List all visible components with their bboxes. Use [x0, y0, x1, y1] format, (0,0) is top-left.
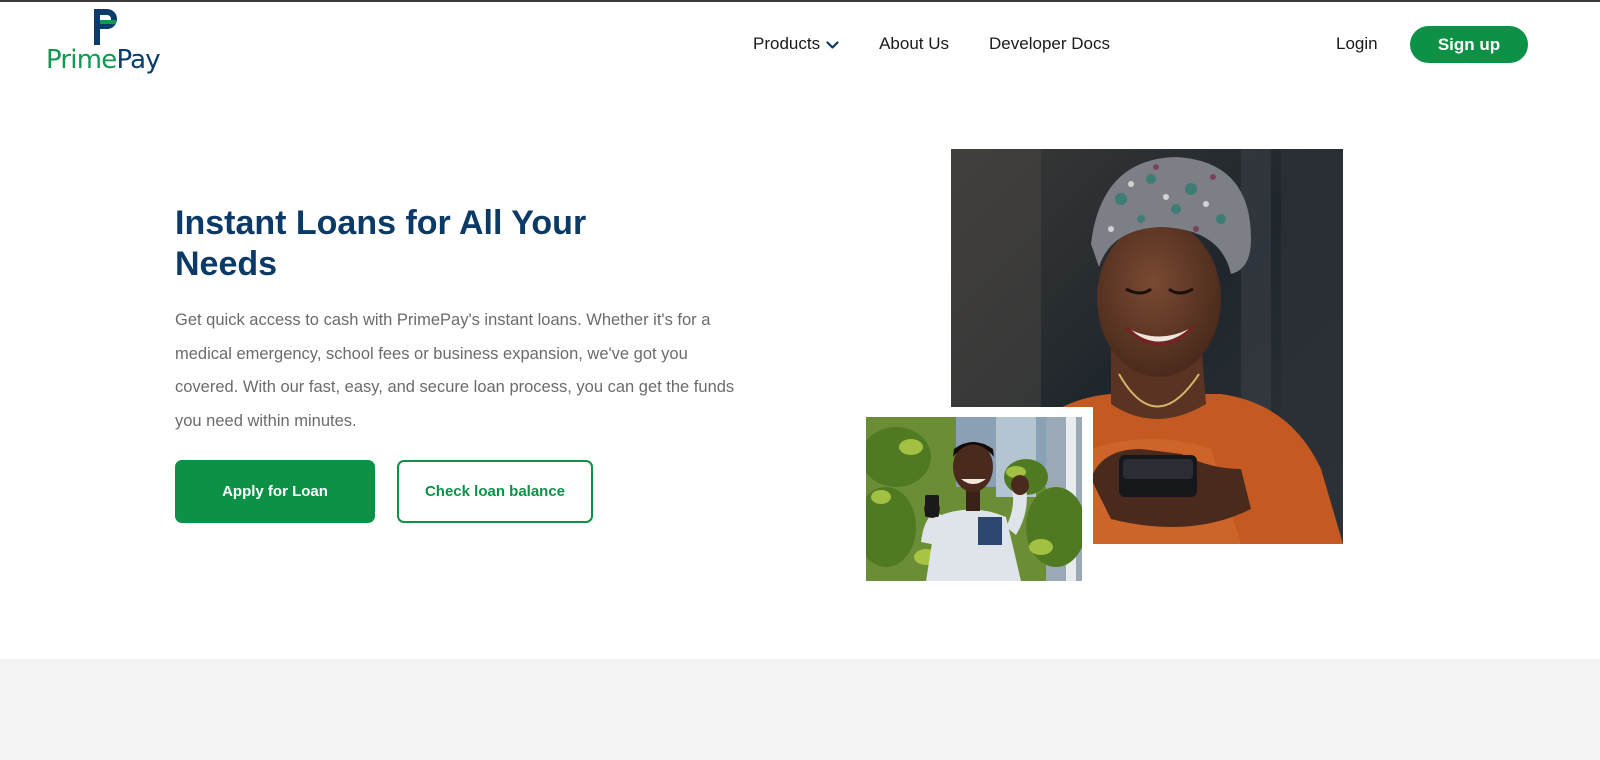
login-link[interactable]: Login	[1336, 34, 1378, 54]
nav-about-us[interactable]: About Us	[879, 34, 949, 54]
nav-products-label: Products	[753, 34, 821, 53]
main-nav: Products About Us Developer Docs	[753, 34, 1110, 54]
hero-photo-man	[866, 417, 1082, 581]
primepay-logo[interactable]: PrimePay	[44, 7, 174, 81]
man-photo-illustration	[866, 417, 1082, 581]
logo-word-pay: Pay	[116, 45, 160, 75]
nav-products[interactable]: Products	[753, 34, 839, 54]
chevron-down-icon	[826, 40, 839, 49]
check-loan-balance-button[interactable]: Check loan balance	[397, 460, 593, 523]
apply-for-loan-button[interactable]: Apply for Loan	[175, 460, 375, 523]
site-header: PrimePay Products About Us Developer Doc…	[0, 2, 1600, 88]
next-section-band	[0, 659, 1600, 760]
hero-description: Get quick access to cash with PrimePay's…	[175, 311, 735, 430]
primepay-logo-mark	[94, 9, 117, 45]
logo-wordmark: PrimePay	[46, 45, 161, 75]
logo-word-prime: Prime	[46, 45, 117, 75]
nav-developer-docs[interactable]: Developer Docs	[989, 34, 1110, 54]
sign-up-button[interactable]: Sign up	[1410, 26, 1528, 63]
hero-title: Instant Loans for All Your Needs	[175, 204, 587, 283]
